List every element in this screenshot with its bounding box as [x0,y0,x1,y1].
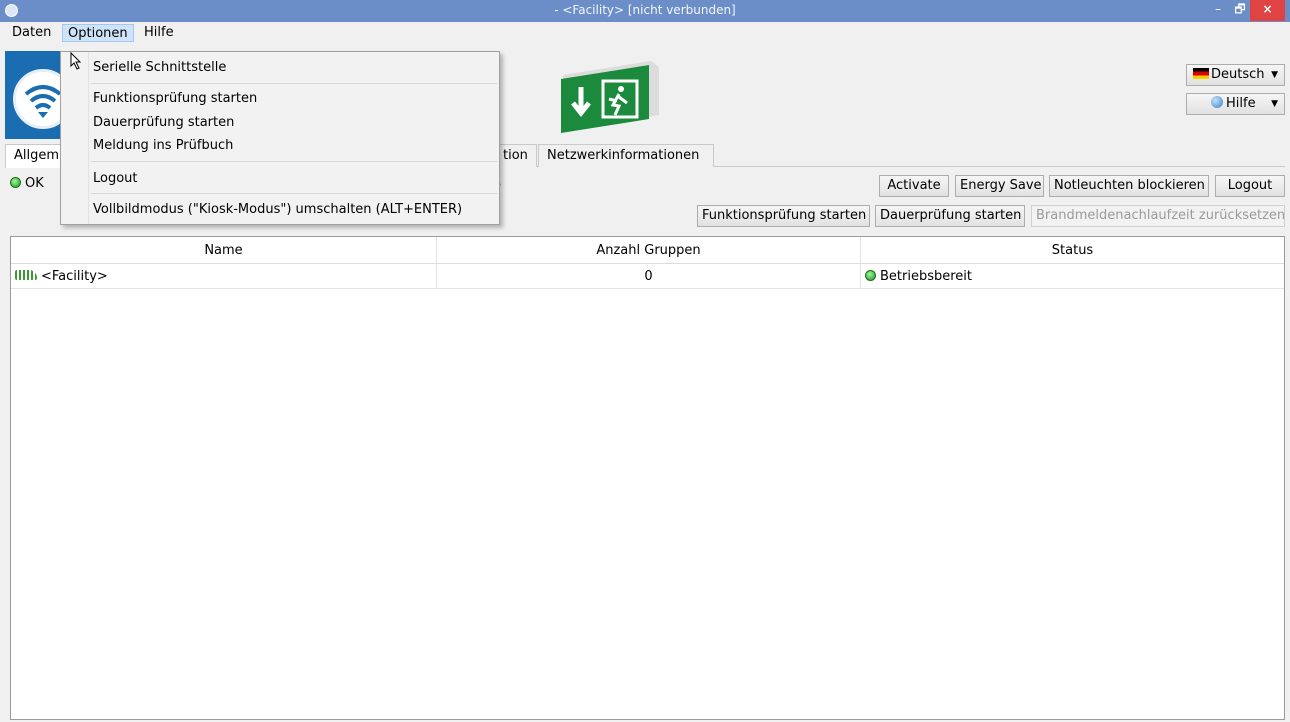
cell-name-text: <Facility> [41,269,108,284]
cell-status-text: Betriebsbereit [880,269,973,284]
tab-partial[interactable]: tion [495,144,537,167]
options-menu: Serielle Schnittstelle Funktionsprüfung … [60,51,500,225]
close-button[interactable]: × [1250,0,1285,21]
dauerpruefung-starten-button[interactable]: Dauerprüfung starten [875,205,1025,227]
globe-icon [1211,96,1223,108]
status-indicator: OK [10,176,44,196]
activate-button[interactable]: Activate [879,175,949,197]
menu-item-meldung-ins-pruefbuch[interactable]: Meldung ins Prüfbuch [93,135,233,157]
menu-gutter [61,52,89,224]
table-row[interactable]: <Facility> 0 Betriebsbereit [11,265,1284,289]
column-header-name[interactable]: Name [11,237,437,264]
facility-icon [15,270,37,280]
funktionspruefung-starten-button[interactable]: Funktionsprüfung starten [697,205,870,227]
menu-item-dauerpruefung-starten[interactable]: Dauerprüfung starten [93,112,234,134]
title-bar: - <Facility> [nicht verbunden] – 🗗 × [0,0,1290,22]
maximize-button[interactable]: 🗗 [1229,0,1251,21]
menu-item-serielle-schnittstelle[interactable]: Serielle Schnittstelle [93,57,226,79]
wifi-icon [24,85,62,118]
notleuchten-blockieren-button[interactable]: Notleuchten blockieren [1049,175,1209,197]
menu-item-logout[interactable]: Logout [93,168,138,190]
column-header-status[interactable]: Status [861,237,1284,264]
tab-allgemein[interactable]: Allgem [5,144,63,168]
column-header-anzahl-gruppen[interactable]: Anzahl Gruppen [437,237,861,264]
facility-table[interactable]: Name Anzahl Gruppen Status <Facility> 0 … [10,236,1285,720]
help-dropdown[interactable]: Hilfe ▼ [1186,93,1285,115]
exit-sign-icon [561,61,659,133]
table-header: Name Anzahl Gruppen Status [11,237,1284,264]
german-flag-icon [1193,68,1209,79]
logout-button[interactable]: Logout [1215,175,1285,197]
logo [5,51,65,139]
menu-item-vollbildmodus[interactable]: Vollbildmodus ("Kiosk-Modus") umschalten… [93,199,462,221]
menu-separator [91,161,497,162]
chevron-down-icon: ▼ [1271,70,1278,80]
cell-status: Betriebsbereit [861,265,1284,289]
brandmeldenachlaufzeit-zuruecksetzen-button: Brandmeldenachlaufzeit zurücksetzen [1031,205,1285,227]
minimize-button[interactable]: – [1207,0,1229,21]
chevron-down-icon: ▼ [1271,99,1278,109]
cell-groups: 0 [437,265,861,289]
menu-item-funktionspruefung-starten[interactable]: Funktionsprüfung starten [93,88,257,110]
menu-hilfe[interactable]: Hilfe [139,24,179,42]
language-dropdown[interactable]: Deutsch ▼ [1186,64,1285,86]
menu-optionen[interactable]: Optionen [62,24,134,42]
tab-netzwerkinformationen[interactable]: Netzwerkinformationen [538,144,714,167]
cell-name: <Facility> [11,265,437,289]
help-label: Hilfe [1226,96,1256,111]
mouse-cursor-icon [70,52,82,70]
menu-bar: Daten Optionen Hilfe [0,22,1290,43]
menu-separator [91,193,497,194]
menu-separator [91,83,497,84]
status-ok-icon [10,177,21,188]
menu-daten[interactable]: Daten [7,24,56,42]
language-label: Deutsch [1211,67,1265,82]
status-ready-icon [865,270,876,281]
status-text: OK [25,176,44,191]
energy-save-button[interactable]: Energy Save [955,175,1044,197]
window-title: - <Facility> [nicht verbunden] [554,3,736,17]
